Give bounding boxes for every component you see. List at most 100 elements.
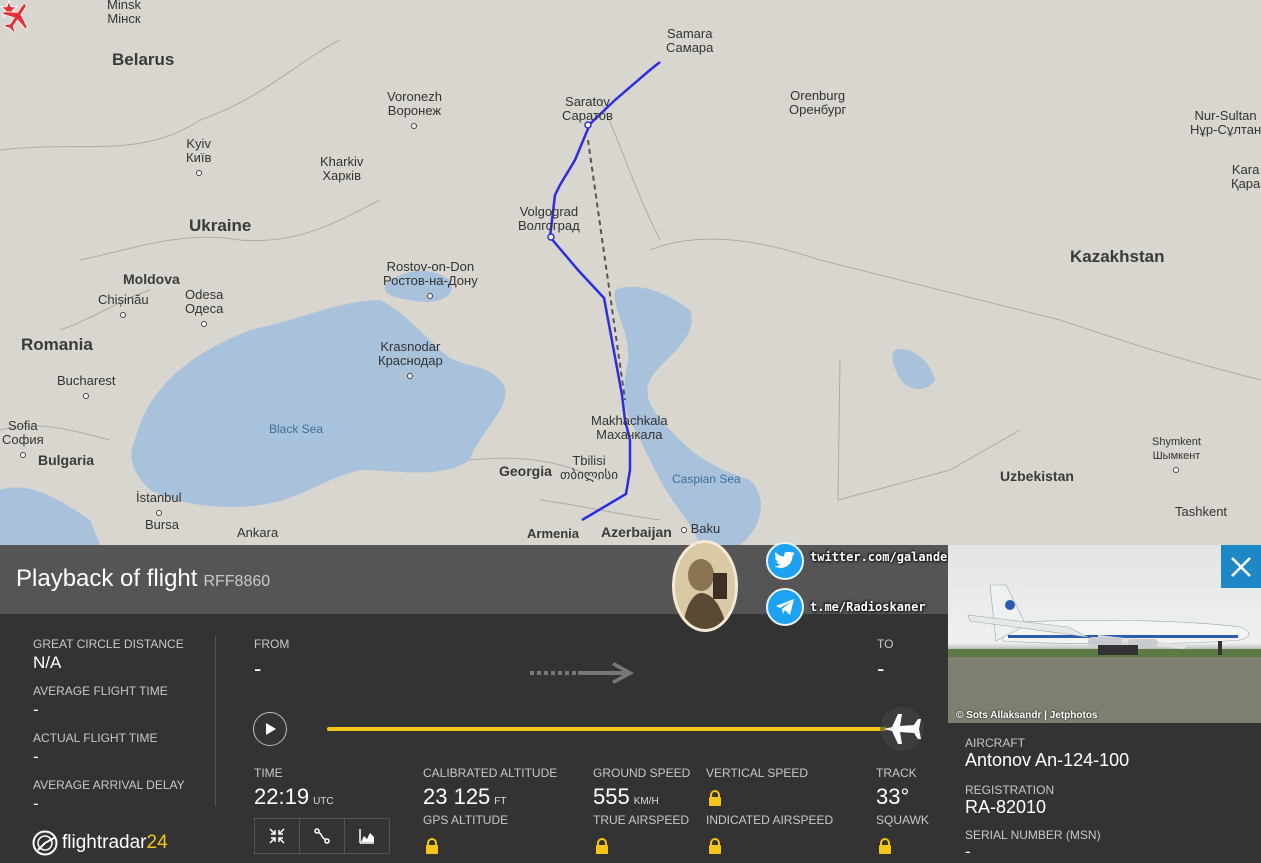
city-label: Tashkent bbox=[1175, 504, 1228, 519]
indicated-airspeed-label: INDICATED AIRSPEED bbox=[706, 813, 834, 827]
sea-label: Black Sea bbox=[269, 422, 324, 436]
from-label: FROM bbox=[254, 637, 290, 651]
telegram-handle[interactable]: t.me/Radioskaner bbox=[810, 600, 926, 614]
city-label: Shymkent Шымкент bbox=[1152, 435, 1201, 477]
country-label: Azerbaijan bbox=[601, 524, 672, 540]
flight-track-layer bbox=[547, 61, 661, 522]
calibrated-altitude-value: 23 125 FT bbox=[423, 784, 507, 809]
playback-panel: Playback of flight RFF8860 GREAT CIRCLE D… bbox=[0, 545, 948, 863]
stat-value: - bbox=[33, 747, 39, 766]
country-label: Kazakhstan bbox=[1070, 247, 1165, 266]
city-label: Tbilisi თბილისი bbox=[560, 453, 618, 482]
true-airspeed-label: TRUE AIRSPEED bbox=[593, 813, 690, 827]
playback-title-text: Playback of flight bbox=[16, 565, 198, 592]
flightradar-logo[interactable]: flightradar24 bbox=[32, 830, 168, 856]
time-label: TIME bbox=[254, 766, 283, 780]
flight-callsign: RFF8860 bbox=[203, 573, 271, 590]
squawk-label: SQUAWK bbox=[876, 813, 929, 827]
city-label: Samara Самара bbox=[666, 26, 714, 55]
lock-icon bbox=[709, 838, 721, 854]
city-label: Orenburg Оренбург bbox=[789, 88, 847, 117]
country-label: Bulgaria bbox=[38, 452, 95, 468]
track-label: TRACK bbox=[876, 766, 917, 780]
collapse-icon bbox=[269, 828, 285, 844]
photo-credit: © Sots Allaksandr | Jetphotos bbox=[956, 710, 1098, 721]
country-label: Ukraine bbox=[189, 216, 252, 235]
stat-label: AVERAGE FLIGHT TIME bbox=[33, 684, 168, 698]
city-label: Bucharest bbox=[57, 374, 116, 402]
route-view-button[interactable] bbox=[300, 819, 345, 853]
track-value: 33° bbox=[876, 784, 910, 809]
city-label: Sofia София bbox=[2, 419, 44, 461]
ground-speed-value: 555 KM/H bbox=[593, 784, 659, 809]
route-icon bbox=[314, 828, 330, 844]
playback-body: GREAT CIRCLE DISTANCE N/A AVERAGE FLIGHT… bbox=[0, 614, 948, 863]
country-label: Romania bbox=[21, 335, 93, 354]
sea-label: Caspian Sea bbox=[672, 472, 741, 486]
lock-icon bbox=[709, 790, 721, 806]
country-label: Belarus bbox=[112, 50, 175, 69]
flight-map[interactable]: Belarus Ukraine Moldova Romania Bulgaria… bbox=[0, 0, 1261, 545]
arrow-right-icon bbox=[530, 662, 634, 684]
twitter-icon[interactable] bbox=[766, 542, 804, 580]
registration-label: REGISTRATION bbox=[965, 783, 1055, 797]
flight-track-line bbox=[548, 61, 661, 522]
stat-value: - bbox=[33, 794, 39, 813]
gps-altitude-label: GPS ALTITUDE bbox=[423, 813, 509, 827]
country-label: Moldova bbox=[123, 271, 180, 287]
play-button[interactable] bbox=[253, 712, 287, 746]
country-label: Armenia bbox=[527, 526, 580, 541]
close-icon bbox=[1231, 556, 1251, 577]
avatar-portrait bbox=[675, 543, 735, 629]
track-point bbox=[547, 233, 555, 241]
collapse-view-button[interactable] bbox=[255, 819, 300, 853]
city-label: Voronezh Воронеж bbox=[387, 90, 442, 132]
city-label: Kara Қара bbox=[1231, 162, 1261, 191]
serial-number-value: - bbox=[965, 842, 971, 861]
close-button[interactable] bbox=[1221, 545, 1261, 588]
city-label: Krasnodar Краснодар bbox=[378, 340, 443, 382]
stat-value: - bbox=[33, 700, 39, 719]
lock-icon bbox=[879, 838, 891, 854]
country-label: Uzbekistan bbox=[1000, 468, 1074, 484]
to-value: - bbox=[877, 656, 885, 681]
chart-icon bbox=[359, 829, 374, 844]
country-label: Georgia bbox=[499, 463, 552, 479]
calibrated-altitude-label: CALIBRATED ALTITUDE bbox=[423, 766, 558, 780]
city-label: Nur-Sultan Нұр-Сұлтан bbox=[1190, 108, 1261, 137]
divider bbox=[215, 636, 216, 806]
serial-number-label: SERIAL NUMBER (MSN) bbox=[965, 828, 1101, 842]
playback-header: Playback of flight RFF8860 bbox=[0, 545, 948, 614]
aircraft-photo-image bbox=[948, 584, 1261, 723]
city-label: Chișinău bbox=[98, 293, 149, 321]
telegram-icon[interactable] bbox=[766, 588, 804, 626]
to-label: TO bbox=[877, 637, 894, 651]
from-value: - bbox=[254, 656, 262, 681]
city-label: Kyiv Київ bbox=[186, 137, 211, 179]
aircraft-value: Antonov An-124-100 bbox=[965, 750, 1130, 770]
city-label: Volgograd Волгоград bbox=[518, 204, 580, 233]
time-value: 22:19 UTC bbox=[254, 784, 334, 809]
city-label: Bursa bbox=[145, 517, 179, 532]
lock-icon bbox=[426, 838, 438, 854]
vertical-speed-label: VERTICAL SPEED bbox=[706, 766, 809, 780]
play-icon bbox=[266, 723, 276, 735]
aircraft-photo[interactable]: © Sots Allaksandr | Jetphotos bbox=[948, 545, 1261, 723]
lock-icon bbox=[596, 838, 608, 854]
twitter-handle[interactable]: twitter.com/galandecZP bbox=[810, 550, 969, 564]
stat-label: AVERAGE ARRIVAL DELAY bbox=[33, 778, 185, 792]
altitude-chart-button[interactable] bbox=[345, 819, 389, 853]
city-label: Rostov-on-Don Ростов-на-Дону bbox=[383, 260, 478, 302]
playback-title: Playback of flight RFF8860 bbox=[16, 565, 270, 593]
registration-value: RA-82010 bbox=[965, 797, 1047, 817]
great-circle-line bbox=[587, 139, 626, 401]
flightradar-logo-icon bbox=[32, 830, 58, 856]
city-label: Odesa Одеса bbox=[185, 288, 223, 330]
stat-label: GREAT CIRCLE DISTANCE bbox=[33, 637, 184, 651]
city-label: Minsk Мінск bbox=[107, 0, 141, 26]
stat-value: N/A bbox=[33, 653, 62, 672]
playback-progress-bar[interactable] bbox=[327, 727, 887, 731]
city-label: Saratov Саратов bbox=[562, 94, 613, 123]
plane-icon[interactable] bbox=[874, 706, 930, 752]
city-label: İstanbul bbox=[136, 491, 182, 519]
